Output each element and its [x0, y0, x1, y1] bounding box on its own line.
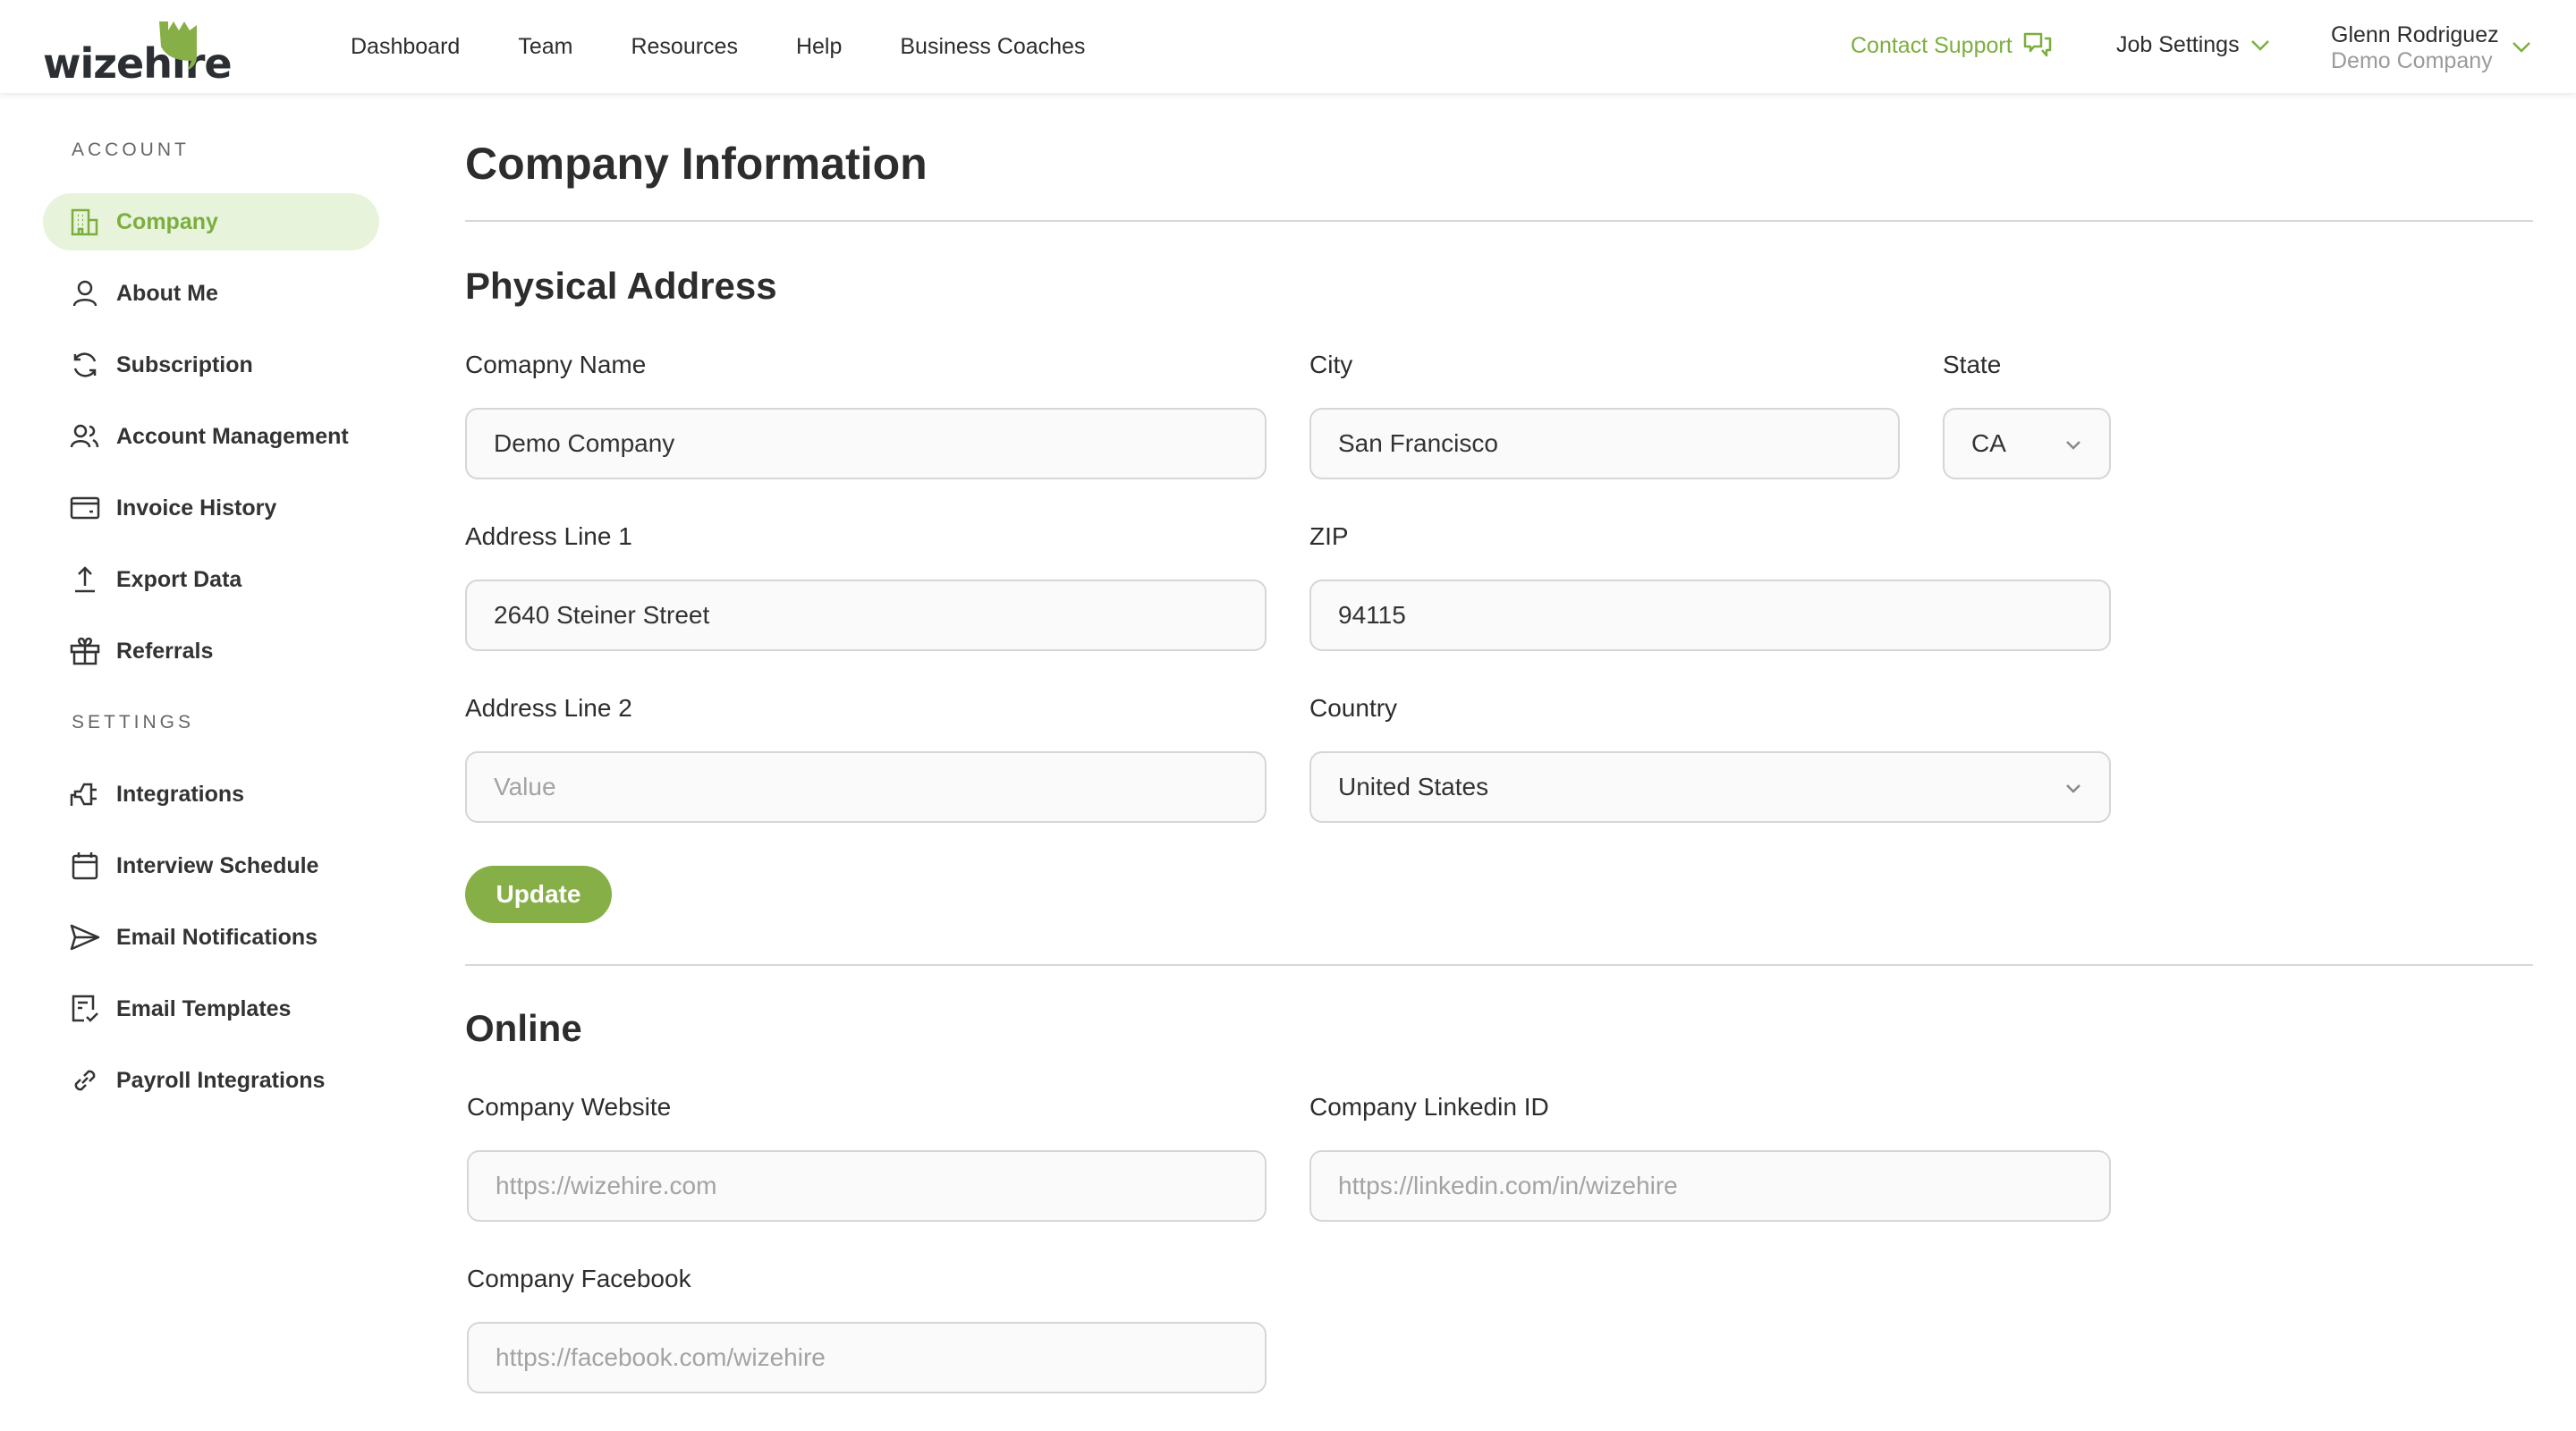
- sidebar-item-integrations[interactable]: Integrations: [43, 766, 379, 823]
- company-name-label: Comapny Name: [465, 351, 647, 378]
- sidebar-item-company[interactable]: Company: [43, 193, 379, 250]
- sidebar-item-referrals[interactable]: Referrals: [43, 622, 379, 680]
- company-linkedin-input[interactable]: [1338, 1172, 2109, 1200]
- calendar-icon: [72, 852, 98, 880]
- sidebar-item-payroll-integrations[interactable]: Payroll Integrations: [43, 1052, 379, 1109]
- user-company: Demo Company: [2331, 48, 2493, 73]
- state-select[interactable]: CA: [1943, 408, 2111, 479]
- nav-dashboard[interactable]: Dashboard: [351, 34, 460, 60]
- account-heading: ACCOUNT: [72, 140, 190, 160]
- address-line-2-input[interactable]: [494, 773, 1265, 801]
- job-settings-dropdown[interactable]: Job Settings: [2116, 32, 2270, 58]
- company-website-label: Company Website: [467, 1093, 672, 1121]
- zip-input[interactable]: [1338, 601, 2109, 630]
- sidebar-item-label: About Me: [116, 280, 218, 306]
- contact-support-link[interactable]: Contact Support: [1851, 32, 2052, 59]
- country-value: United States: [1338, 773, 1489, 800]
- contact-support-label: Contact Support: [1851, 32, 2012, 58]
- sidebar-item-label: Company: [116, 208, 218, 234]
- address-line-1-input[interactable]: [494, 601, 1265, 630]
- company-facebook-label: Company Facebook: [467, 1265, 691, 1292]
- section-divider: [465, 964, 2533, 966]
- company-linkedin-field[interactable]: [1309, 1150, 2111, 1222]
- title-divider: [465, 220, 2533, 222]
- sidebar-item-label: Payroll Integrations: [116, 1067, 326, 1093]
- address-line-1-field[interactable]: [465, 580, 1267, 651]
- nav-help[interactable]: Help: [796, 34, 842, 60]
- sidebar-item-label: Email Templates: [116, 995, 292, 1021]
- sidebar-item-email-templates[interactable]: Email Templates: [43, 980, 379, 1037]
- logo-text: wizehire: [43, 39, 233, 88]
- chevron-down-icon: [2066, 784, 2080, 793]
- city-input[interactable]: [1338, 429, 1898, 458]
- chevron-down-icon: [2250, 39, 2269, 51]
- main-nav: Dashboard Team Resources Help Business C…: [351, 34, 1143, 60]
- company-linkedin-label: Company Linkedin ID: [1309, 1093, 1549, 1121]
- city-label: City: [1309, 351, 1353, 378]
- send-icon: [70, 924, 100, 951]
- user-name: Glenn Rodriguez: [2331, 22, 2499, 47]
- nav-resources[interactable]: Resources: [631, 34, 738, 60]
- page-title: Company Information: [465, 139, 928, 189]
- user-menu[interactable]: Glenn Rodriguez Demo Company: [2331, 21, 2531, 73]
- address-line-2-label: Address Line 2: [465, 694, 632, 722]
- city-field[interactable]: [1309, 408, 1900, 479]
- sidebar-item-label: Invoice History: [116, 495, 277, 521]
- plug-icon: [70, 783, 97, 806]
- sidebar-item-label: Account Management: [116, 423, 349, 449]
- nav-team[interactable]: Team: [518, 34, 572, 60]
- country-select[interactable]: United States: [1309, 751, 2111, 823]
- sidebar-item-label: Interview Schedule: [116, 852, 319, 878]
- company-facebook-input[interactable]: [496, 1343, 1265, 1372]
- physical-address-title: Physical Address: [465, 265, 777, 307]
- settings-heading: SETTINGS: [72, 712, 195, 732]
- user-icon: [72, 280, 97, 307]
- link-icon: [74, 1070, 96, 1091]
- sidebar-item-label: Integrations: [116, 781, 245, 807]
- sidebar-item-email-notifications[interactable]: Email Notifications: [43, 909, 379, 966]
- zip-field[interactable]: [1309, 580, 2111, 651]
- country-label: Country: [1309, 694, 1398, 722]
- logo-leaf-icon: [159, 21, 197, 70]
- company-name-input[interactable]: [494, 429, 1265, 458]
- sidebar-item-label: Email Notifications: [116, 924, 318, 950]
- state-label: State: [1943, 351, 2002, 378]
- nav-business-coaches[interactable]: Business Coaches: [900, 34, 1085, 60]
- sidebar-item-account-management[interactable]: Account Management: [43, 408, 379, 465]
- chevron-down-icon: [2512, 42, 2530, 53]
- sidebar-item-export-data[interactable]: Export Data: [43, 551, 379, 608]
- refresh-icon: [73, 352, 97, 377]
- sidebar-item-label: Subscription: [116, 351, 253, 377]
- upload-icon: [75, 566, 95, 593]
- online-title: Online: [465, 1007, 582, 1049]
- gift-icon: [70, 637, 100, 665]
- top-header: wizehire Dashboard Team Resources Help B…: [0, 0, 2576, 93]
- sidebar-item-about-me[interactable]: About Me: [43, 265, 379, 322]
- company-website-input[interactable]: [496, 1172, 1265, 1200]
- state-value: CA: [1971, 429, 2006, 457]
- zip-label: ZIP: [1309, 522, 1349, 550]
- company-website-field[interactable]: [467, 1150, 1267, 1222]
- sidebar-item-subscription[interactable]: Subscription: [43, 336, 379, 394]
- address-line-2-field[interactable]: [465, 751, 1267, 823]
- credit-card-icon: [70, 496, 100, 520]
- building-icon: [71, 208, 98, 236]
- company-name-field[interactable]: [465, 408, 1267, 479]
- sidebar-item-label: Export Data: [116, 566, 242, 592]
- sidebar-item-label: Referrals: [116, 638, 214, 664]
- job-settings-label: Job Settings: [2116, 32, 2240, 57]
- chevron-down-icon: [2066, 441, 2080, 450]
- sidebar-item-invoice-history[interactable]: Invoice History: [43, 479, 379, 537]
- document-check-icon: [72, 995, 98, 1022]
- chat-bubbles-icon: [2023, 32, 2051, 57]
- update-button[interactable]: Update: [465, 866, 612, 923]
- wizehire-logo[interactable]: wizehire: [43, 20, 233, 88]
- sidebar-item-interview-schedule[interactable]: Interview Schedule: [43, 837, 379, 894]
- settings-sidebar: ACCOUNT Company About Me Subscription Ac…: [0, 93, 420, 1431]
- company-facebook-field[interactable]: [467, 1322, 1267, 1393]
- address-line-1-label: Address Line 1: [465, 522, 632, 550]
- users-icon: [70, 424, 99, 448]
